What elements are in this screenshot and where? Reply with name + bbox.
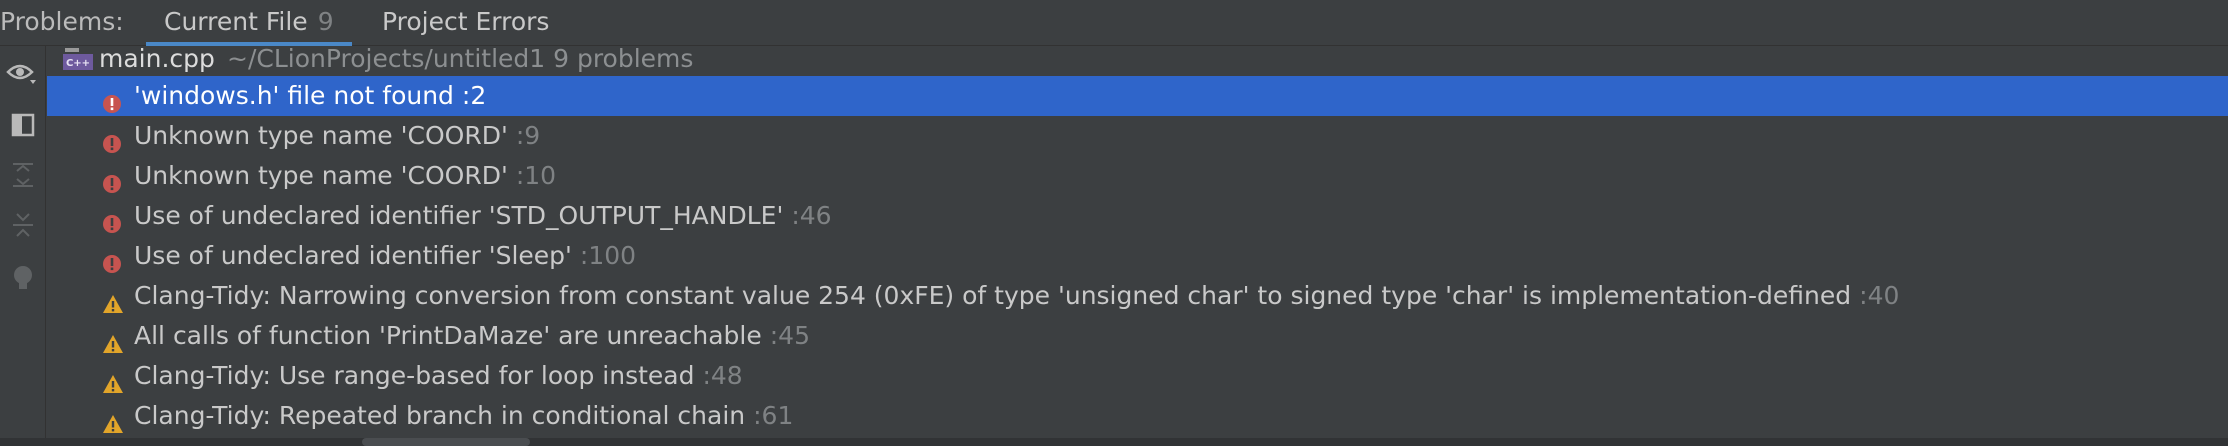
problems-tab-bar: Problems: Current File 9 Project Errors — [0, 0, 2228, 46]
problem-row[interactable]: Clang-Tidy: Repeated branch in condition… — [47, 396, 2228, 436]
problem-line: :10 — [515, 161, 557, 190]
problem-line: :9 — [515, 121, 541, 150]
problem-line: :40 — [1859, 281, 1900, 310]
problem-line: :2 — [461, 81, 487, 110]
problem-message: Clang-Tidy: Repeated branch in condition… — [134, 401, 746, 430]
problem-message: Unknown type name 'COORD' — [134, 161, 508, 190]
problem-row[interactable]: Unknown type name 'COORD':9 — [47, 116, 2228, 156]
problem-row[interactable]: Clang-Tidy: Narrowing conversion from co… — [47, 276, 2228, 316]
tab-current-file-label: Current File — [164, 7, 308, 36]
warning-icon — [102, 326, 123, 353]
lightbulb-icon[interactable] — [6, 262, 40, 296]
problem-message: Clang-Tidy: Use range-based for loop ins… — [134, 361, 695, 390]
problems-tool-window: Problems: Current File 9 Project Errors — [0, 0, 2228, 446]
warning-icon — [102, 406, 123, 433]
warning-icon — [102, 286, 123, 313]
error-icon — [102, 206, 122, 233]
file-name: main.cpp — [99, 46, 215, 73]
problem-row[interactable]: Use of undeclared identifier 'STD_OUTPUT… — [47, 196, 2228, 236]
problem-message: 'windows.h' file not found — [134, 81, 454, 110]
horizontal-scrollbar[interactable] — [0, 438, 2228, 446]
tab-current-file[interactable]: Current File 9 — [146, 0, 352, 46]
problem-message: All calls of function 'PrintDaMaze' are … — [134, 321, 762, 350]
problem-row[interactable]: 'windows.h' file not found:2 — [47, 76, 2228, 116]
eye-icon[interactable] — [6, 58, 40, 92]
problem-line: :61 — [753, 401, 794, 430]
scrollbar-thumb[interactable] — [362, 438, 530, 446]
error-icon — [102, 246, 122, 273]
tab-project-errors[interactable]: Project Errors — [364, 0, 567, 46]
problem-row[interactable]: Clang-Tidy: Use range-based for loop ins… — [47, 356, 2228, 396]
problem-row[interactable]: Unknown type name 'COORD':10 — [47, 156, 2228, 196]
problem-row[interactable]: All calls of function 'PrintDaMaze' are … — [47, 316, 2228, 356]
problem-line: :46 — [791, 201, 832, 230]
problem-message: Clang-Tidy: Narrowing conversion from co… — [134, 281, 1852, 310]
problem-line: :100 — [579, 241, 637, 270]
problems-title: Problems: — [0, 7, 124, 36]
tab-project-errors-label: Project Errors — [382, 7, 550, 36]
file-node[interactable]: C++ main.cpp ~/CLionProjects/untitled1 9… — [47, 46, 2228, 78]
problem-message: Use of undeclared identifier 'STD_OUTPUT… — [134, 201, 784, 230]
problem-message: Use of undeclared identifier 'Sleep' — [134, 241, 572, 270]
error-icon — [102, 126, 122, 153]
warning-icon — [102, 366, 123, 393]
problems-tree: C++ main.cpp ~/CLionProjects/untitled1 9… — [47, 46, 2228, 438]
tab-current-file-count: 9 — [317, 7, 334, 36]
problem-line: :45 — [769, 321, 810, 350]
problem-line: :48 — [702, 361, 743, 390]
problem-row[interactable]: Use of undeclared identifier 'Sleep':100 — [47, 236, 2228, 276]
cpp-file-icon: C++ — [63, 46, 93, 72]
expand-all-icon[interactable] — [6, 158, 40, 192]
problem-message: Unknown type name 'COORD' — [134, 121, 508, 150]
cpp-icon-label: C++ — [66, 58, 90, 69]
collapse-all-icon[interactable] — [6, 208, 40, 242]
file-path: ~/CLionProjects/untitled1 9 problems — [227, 46, 694, 73]
panel-toggle-icon[interactable] — [6, 108, 40, 142]
problems-toolbar — [0, 46, 46, 438]
error-icon — [102, 86, 122, 113]
error-icon — [102, 166, 122, 193]
